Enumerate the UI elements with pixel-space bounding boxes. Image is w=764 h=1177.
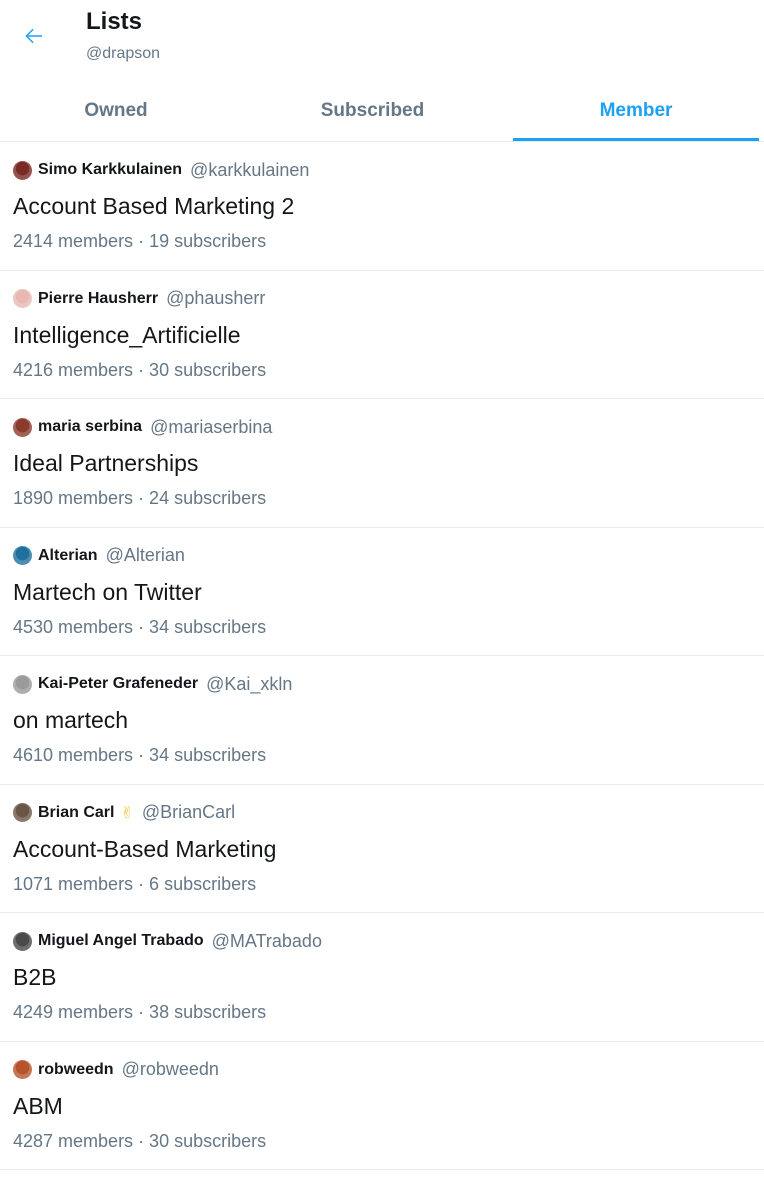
avatar: [13, 674, 32, 694]
owner-handle: @robweedn: [121, 1059, 219, 1079]
list-item[interactable]: robweedn @robweedn ABM 4287 members · 30…: [0, 1042, 764, 1170]
list-owner: Simo Karkkulainen @karkkulainen: [13, 159, 309, 181]
list-stats: 4287 members · 30 subscribers: [13, 1130, 267, 1151]
owner-name: Kai-Peter Grafeneder: [38, 675, 199, 692]
owner-name: Miguel Angel Trabado: [38, 932, 204, 949]
owner-handle: @phausherr: [166, 288, 266, 308]
page-header: Lists @drapson: [0, 0, 764, 80]
tab-member[interactable]: Member: [513, 80, 759, 141]
avatar: [13, 1060, 32, 1079]
list-item[interactable]: Alterian @Alterian Martech on Twitter 45…: [0, 528, 764, 656]
list-owner: Brian Carl ✌ @BrianCarl: [13, 802, 235, 824]
tab-subscribed[interactable]: Subscribed: [232, 80, 513, 141]
list-name: B2B: [13, 964, 57, 990]
owner-handle: @MATrabado: [211, 930, 322, 951]
list-owner: robweedn @robweedn: [13, 1059, 219, 1081]
list-item[interactable]: Pierre Hausherr @phausherr Intelligence_…: [0, 271, 764, 399]
avatar: [13, 160, 32, 180]
list-name: Intelligence_Artificielle: [13, 321, 241, 348]
victory-hand-emoji-icon: ✌: [120, 804, 134, 822]
avatar: [13, 417, 32, 437]
owner-name: Brian Carl: [38, 803, 115, 821]
list-stats: 1890 members · 24 subscribers: [13, 488, 267, 508]
list-name: Ideal Partnerships: [13, 450, 199, 476]
list-stats: 2414 members · 19 subscribers: [13, 231, 267, 251]
owner-name: robweedn: [38, 1060, 114, 1078]
list-item[interactable]: Kai-Peter Grafeneder @Kai_xkln on martec…: [0, 656, 764, 785]
list-owner: Kai-Peter Grafeneder @Kai_xkln: [13, 673, 292, 695]
owner-name: Alterian: [38, 546, 98, 564]
owner-handle: @Alterian: [105, 545, 185, 565]
owner-handle: @BrianCarl: [141, 802, 236, 822]
list-stats: 4610 members · 34 subscribers: [13, 745, 267, 765]
list-owner: Alterian @Alterian: [13, 545, 185, 567]
list-owner: Miguel Angel Trabado @MATrabado: [13, 930, 322, 952]
lists-container: Simo Karkkulainen @karkkulainen Account …: [0, 142, 764, 1170]
list-name: Martech on Twitter: [13, 578, 202, 605]
list-name: Account Based Marketing 2: [13, 193, 295, 219]
back-button[interactable]: [14, 18, 54, 54]
page-title: Lists: [86, 8, 143, 35]
list-item[interactable]: maria serbina @mariaserbina Ideal Partne…: [0, 399, 764, 528]
list-owner: Pierre Hausherr @phausherr: [13, 288, 265, 310]
list-stats: 4249 members · 38 subscribers: [13, 1002, 267, 1022]
owner-handle: @karkkulainen: [190, 159, 310, 180]
avatar: [13, 289, 32, 308]
list-name: on martech: [13, 707, 129, 733]
owner-name: Simo Karkkulainen: [38, 161, 183, 178]
back-arrow-icon: [25, 28, 42, 44]
owner-handle: @Kai_xkln: [206, 673, 293, 694]
owner-handle: @mariaserbina: [150, 416, 273, 437]
owner-name: Pierre Hausherr: [38, 289, 159, 307]
list-stats: 4216 members · 30 subscribers: [13, 359, 267, 380]
tab-owned[interactable]: Owned: [0, 80, 232, 141]
avatar: [13, 803, 32, 822]
list-stats: 1071 members · 6 subscribers: [13, 873, 257, 894]
avatar: [13, 931, 32, 951]
list-name: Account-Based Marketing: [13, 835, 277, 862]
list-item[interactable]: Brian Carl ✌ @BrianCarl Account-Based Ma…: [0, 785, 764, 913]
list-name: ABM: [13, 1092, 63, 1119]
list-item[interactable]: Simo Karkkulainen @karkkulainen Account …: [0, 142, 764, 271]
list-stats: 4530 members · 34 subscribers: [13, 616, 267, 637]
avatar: [13, 546, 32, 565]
owner-name: maria serbina: [38, 418, 143, 435]
list-item[interactable]: Miguel Angel Trabado @MATrabado B2B 4249…: [0, 913, 764, 1042]
list-owner: maria serbina @mariaserbina: [13, 416, 272, 438]
tab-bar: Owned Subscribed Member: [0, 80, 764, 142]
account-handle: @drapson: [86, 45, 161, 62]
